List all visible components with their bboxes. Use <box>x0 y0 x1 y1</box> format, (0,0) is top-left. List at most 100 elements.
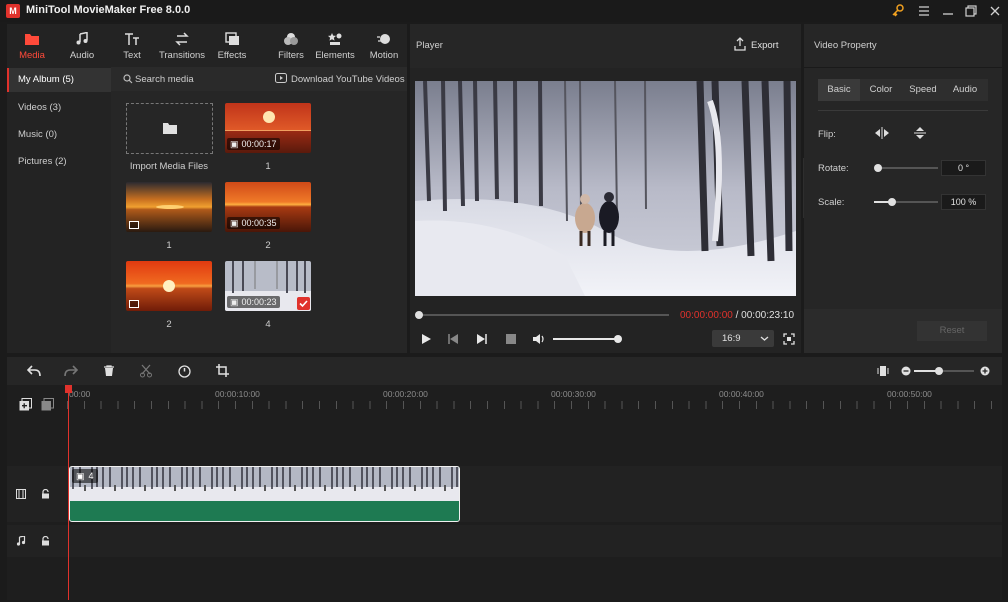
music-note-icon <box>74 32 90 46</box>
time-display: 00:00:00:00 / 00:00:23:10 <box>680 310 794 321</box>
clip-filmstrip <box>70 467 459 501</box>
scale-value[interactable]: 100 % <box>941 194 986 210</box>
sidebar-item-music[interactable]: Music (0) <box>7 123 111 147</box>
delete-icon[interactable] <box>103 365 115 377</box>
rotate-handle[interactable] <box>874 164 882 172</box>
redo-icon[interactable] <box>64 365 78 377</box>
tab-effects[interactable]: Effects <box>207 24 257 67</box>
tab-color[interactable]: Color <box>860 79 902 101</box>
tab-label: Motion <box>369 50 399 61</box>
export-icon <box>733 37 747 51</box>
playhead[interactable] <box>65 385 72 600</box>
play-icon[interactable] <box>420 333 432 345</box>
fullscreen-icon[interactable] <box>783 333 795 345</box>
tab-speed[interactable]: Speed <box>902 79 944 101</box>
timeline-ruler[interactable]: 00:00 00:00:10:00 00:00:20:00 00:00:30:0… <box>67 385 1002 409</box>
tab-basic[interactable]: Basic <box>818 79 860 101</box>
export-button[interactable]: Export <box>751 40 778 51</box>
rotate-label: Rotate: <box>818 163 849 174</box>
tab-elements[interactable]: Elements <box>310 24 360 67</box>
import-media-button[interactable] <box>126 103 213 154</box>
key-icon[interactable] <box>889 2 907 20</box>
video-preview[interactable] <box>415 81 796 296</box>
media-thumb-video-1[interactable]: ▣ 00:00:17 <box>225 103 311 153</box>
player-header: Player Export <box>410 24 801 68</box>
effects-icon <box>224 32 240 46</box>
fit-zoom-icon[interactable] <box>877 365 889 377</box>
lock-icon[interactable] <box>41 536 50 546</box>
rotate-value[interactable]: 0 ° <box>941 160 986 176</box>
tab-transitions[interactable]: Transitions <box>157 24 207 67</box>
sidebar-item-pictures[interactable]: Pictures (2) <box>7 150 111 174</box>
transitions-icon <box>174 32 190 46</box>
motion-icon <box>376 32 392 46</box>
reset-button[interactable]: Reset <box>917 321 987 341</box>
copy-track-icon[interactable] <box>41 398 54 411</box>
volume-handle[interactable] <box>614 335 622 343</box>
progress-track[interactable] <box>418 314 669 316</box>
close-icon[interactable] <box>986 2 1004 20</box>
speed-icon[interactable] <box>178 365 191 378</box>
previous-frame-icon[interactable] <box>447 333 459 345</box>
tab-audio[interactable]: Audio <box>57 24 107 67</box>
aspect-ratio-select[interactable]: 16:9 <box>712 330 774 347</box>
tab-label: Audio <box>69 50 95 61</box>
zoom-handle[interactable] <box>935 367 943 375</box>
scale-handle[interactable] <box>888 198 896 206</box>
add-track-icon[interactable] <box>19 398 32 411</box>
tab-label: Filters <box>278 50 304 61</box>
minimize-icon[interactable] <box>939 2 957 20</box>
progress-handle[interactable] <box>415 311 423 319</box>
film-icon: ▣ <box>230 139 239 149</box>
scale-label: Scale: <box>818 197 845 208</box>
media-thumb-picture-1[interactable] <box>126 182 212 232</box>
tab-audio[interactable]: Audio <box>944 79 986 101</box>
tab-motion[interactable]: Motion <box>359 24 409 67</box>
rotate-slider[interactable] <box>878 167 938 169</box>
menu-icon[interactable] <box>915 2 933 20</box>
sidebar-item-my-album[interactable]: My Album (5) <box>7 68 111 92</box>
current-time: 00:00:00:00 <box>680 310 733 321</box>
elements-icon <box>327 32 343 46</box>
media-thumb-picture-2[interactable] <box>126 261 212 311</box>
sidebar-item-videos[interactable]: Videos (3) <box>7 96 111 120</box>
duration-text: 00:00:35 <box>241 218 277 228</box>
next-frame-icon[interactable] <box>476 333 488 345</box>
crop-icon[interactable] <box>216 364 229 377</box>
media-thumb-video-4[interactable]: ▣ 00:00:23 <box>225 261 311 311</box>
stop-icon[interactable] <box>506 334 516 344</box>
volume-icon[interactable] <box>532 332 546 346</box>
flip-vertical-icon[interactable] <box>912 126 928 140</box>
audio-track-head <box>7 525 67 557</box>
tab-label: Effects <box>217 50 247 61</box>
flip-label: Flip: <box>818 129 836 140</box>
undo-icon[interactable] <box>27 365 41 377</box>
media-panel: Media Audio Text Transitions Effects Fil… <box>7 24 407 353</box>
search-input[interactable]: Search media <box>135 74 194 85</box>
property-header: Video Property <box>804 24 1002 68</box>
zoom-in-icon[interactable] <box>980 366 990 376</box>
media-label: 4 <box>265 319 271 330</box>
playhead-handle[interactable] <box>65 385 72 393</box>
volume-slider[interactable] <box>553 335 622 343</box>
app-title: MiniTool MovieMaker Free 8.0.0 <box>26 4 191 16</box>
video-clip[interactable]: ▣ 4 <box>69 466 460 522</box>
ruler-label: 00:00 <box>69 389 91 399</box>
zoom-out-icon[interactable] <box>901 366 911 376</box>
audio-track[interactable] <box>67 525 1002 557</box>
tab-media[interactable]: Media <box>7 24 57 67</box>
tab-filters[interactable]: Filters <box>266 24 316 67</box>
empty-track-head <box>7 560 67 600</box>
app-logo: M <box>6 4 20 18</box>
duration-text: 00:00:17 <box>241 139 277 149</box>
download-youtube-link[interactable]: Download YouTube Videos <box>291 74 405 85</box>
maximize-icon[interactable] <box>962 2 980 20</box>
media-thumb-video-2[interactable]: ▣ 00:00:35 <box>225 182 311 232</box>
lock-icon[interactable] <box>41 489 50 499</box>
split-icon[interactable] <box>140 364 152 378</box>
flip-horizontal-icon[interactable] <box>874 126 890 140</box>
time-separator: / <box>732 310 742 321</box>
tab-text[interactable]: Text <box>107 24 157 67</box>
ruler-label: 00:00:20:00 <box>383 389 428 399</box>
duration-badge: ▣ 00:00:17 <box>227 138 280 150</box>
